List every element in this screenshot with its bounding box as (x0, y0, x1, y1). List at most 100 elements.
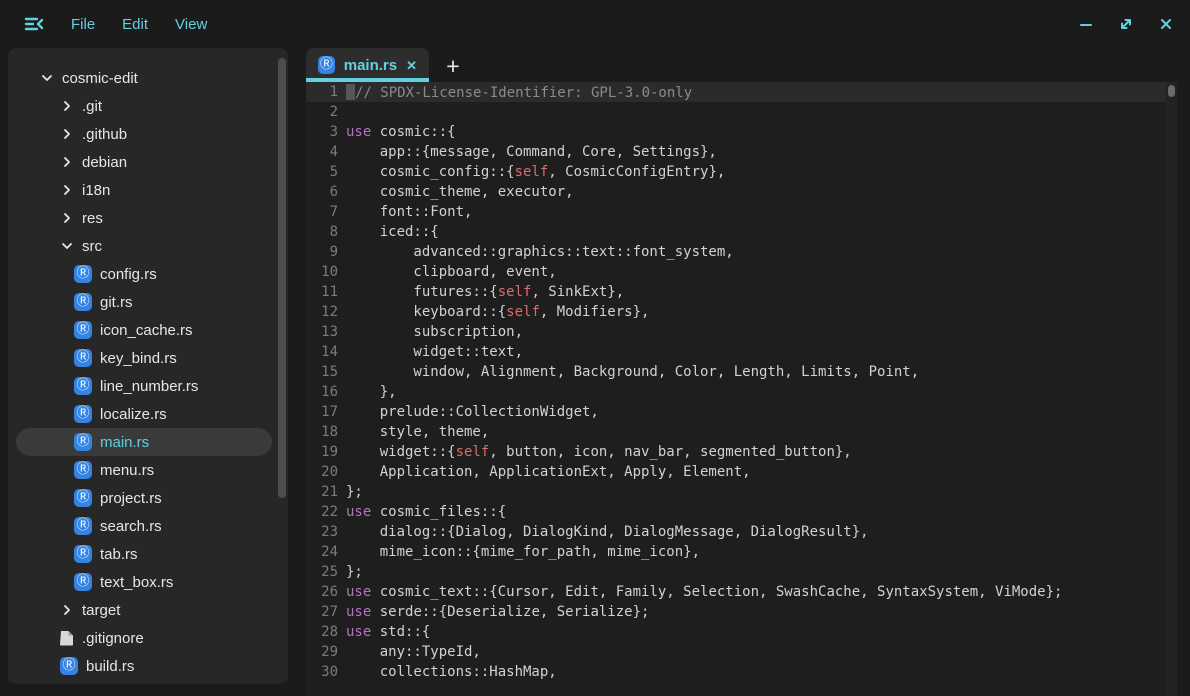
code-line[interactable]: 21}; (306, 482, 1166, 502)
tree-item-tab-rs[interactable]: Ⓡtab.rs (16, 540, 272, 568)
line-content: clipboard, event, (346, 264, 557, 280)
code-line[interactable]: 9 advanced::graphics::text::font_system, (306, 242, 1166, 262)
tab-bar: Ⓡ main.rs ✕ + (306, 48, 465, 82)
maximize-button[interactable] (1118, 16, 1134, 32)
line-content: subscription, (346, 324, 523, 340)
line-number: 25 (306, 564, 338, 580)
tree-item--github[interactable]: .github (16, 120, 272, 148)
code-line[interactable]: 11 futures::{self, SinkExt}, (306, 282, 1166, 302)
code-line[interactable]: 29 any::TypeId, (306, 642, 1166, 662)
code-line[interactable]: 17 prelude::CollectionWidget, (306, 402, 1166, 422)
tree-item-label: .github (82, 126, 127, 143)
editor-scrollbar-thumb[interactable] (1168, 85, 1175, 97)
file-tree: cosmic-edit .git .github debian i18n res srcⓇc… (8, 48, 288, 680)
line-content: prelude::CollectionWidget, (346, 404, 599, 420)
tree-item-label: build.rs (86, 658, 134, 675)
tree-item-label: search.rs (100, 518, 162, 535)
menu-item-view[interactable]: View (175, 16, 207, 33)
line-number: 1 (306, 84, 338, 100)
tree-item-src[interactable]: src (16, 232, 272, 260)
tree-item-label: cosmic-edit (62, 70, 138, 87)
line-number: 11 (306, 284, 338, 300)
file-tree-sidebar: cosmic-edit .git .github debian i18n res srcⓇc… (8, 48, 288, 684)
code-line[interactable]: 13 subscription, (306, 322, 1166, 342)
tab-main-rs[interactable]: Ⓡ main.rs ✕ (306, 48, 429, 82)
code-line[interactable]: 12 keyboard::{self, Modifiers}, (306, 302, 1166, 322)
line-content: }; (346, 484, 363, 500)
tree-item-config-rs[interactable]: Ⓡconfig.rs (16, 260, 272, 288)
tree-item-text-box-rs[interactable]: Ⓡtext_box.rs (16, 568, 272, 596)
rust-file-icon: Ⓡ (74, 573, 92, 591)
tree-item--gitignore[interactable]: .gitignore (16, 624, 272, 652)
code-line[interactable]: 30 collections::HashMap, (306, 662, 1166, 682)
line-number: 14 (306, 344, 338, 360)
minimize-button[interactable] (1078, 16, 1094, 32)
line-content: dialog::{Dialog, DialogKind, DialogMessa… (346, 524, 869, 540)
code-line[interactable]: 22use cosmic_files::{ (306, 502, 1166, 522)
line-number: 18 (306, 424, 338, 440)
tree-item-localize-rs[interactable]: Ⓡlocalize.rs (16, 400, 272, 428)
code-line[interactable]: 6 cosmic_theme, executor, (306, 182, 1166, 202)
code-line[interactable]: 4 app::{message, Command, Core, Settings… (306, 142, 1166, 162)
menu-item-edit[interactable]: Edit (122, 16, 148, 33)
line-content: cosmic_theme, executor, (346, 184, 574, 200)
line-content: }, (346, 384, 397, 400)
line-number: 19 (306, 444, 338, 460)
line-number: 22 (306, 504, 338, 520)
code-line[interactable]: 20 Application, ApplicationExt, Apply, E… (306, 462, 1166, 482)
line-content: any::TypeId, (346, 644, 481, 660)
code-line[interactable]: 5 cosmic_config::{self, CosmicConfigEntr… (306, 162, 1166, 182)
new-tab-button[interactable]: + (441, 55, 465, 77)
tree-item-search-rs[interactable]: Ⓡsearch.rs (16, 512, 272, 540)
tree-item-label: res (82, 210, 103, 227)
line-content: collections::HashMap, (346, 664, 557, 680)
tree-item-icon-cache-rs[interactable]: Ⓡicon_cache.rs (16, 316, 272, 344)
tab-close-icon[interactable]: ✕ (406, 59, 417, 72)
tree-item-label: debian (82, 154, 127, 171)
code-line[interactable]: 24 mime_icon::{mime_for_path, mime_icon}… (306, 542, 1166, 562)
tree-item--git[interactable]: .git (16, 92, 272, 120)
tree-item-res[interactable]: res (16, 204, 272, 232)
code-line[interactable]: 19 widget::{self, button, icon, nav_bar,… (306, 442, 1166, 462)
tree-item-git-rs[interactable]: Ⓡgit.rs (16, 288, 272, 316)
tree-item-main-rs[interactable]: Ⓡmain.rs (16, 428, 272, 456)
code-line[interactable]: 23 dialog::{Dialog, DialogKind, DialogMe… (306, 522, 1166, 542)
nav-toggle-icon[interactable] (24, 15, 46, 33)
tree-item-line-number-rs[interactable]: Ⓡline_number.rs (16, 372, 272, 400)
tree-item-build-rs[interactable]: Ⓡbuild.rs (16, 652, 272, 680)
code-line[interactable]: 14 widget::text, (306, 342, 1166, 362)
tree-item-debian[interactable]: debian (16, 148, 272, 176)
code-line[interactable]: 16 }, (306, 382, 1166, 402)
code-line[interactable]: 28use std::{ (306, 622, 1166, 642)
tree-item-menu-rs[interactable]: Ⓡmenu.rs (16, 456, 272, 484)
code-editor[interactable]: 1// SPDX-License-Identifier: GPL-3.0-onl… (306, 82, 1177, 696)
code-line[interactable]: 7 font::Font, (306, 202, 1166, 222)
tree-item-cosmic-edit[interactable]: cosmic-edit (16, 64, 272, 92)
chevron-right-icon (60, 155, 74, 169)
code-line[interactable]: 25}; (306, 562, 1166, 582)
code-line[interactable]: 18 style, theme, (306, 422, 1166, 442)
close-button[interactable] (1158, 16, 1174, 32)
line-number: 8 (306, 224, 338, 240)
tree-item-target[interactable]: target (16, 596, 272, 624)
line-number: 6 (306, 184, 338, 200)
code-line[interactable]: 1// SPDX-License-Identifier: GPL-3.0-onl… (306, 82, 1166, 102)
rust-file-icon: Ⓡ (74, 349, 92, 367)
tree-item-key-bind-rs[interactable]: Ⓡkey_bind.rs (16, 344, 272, 372)
tree-item-project-rs[interactable]: Ⓡproject.rs (16, 484, 272, 512)
sidebar-scrollbar[interactable] (278, 58, 286, 498)
line-number: 3 (306, 124, 338, 140)
chevron-down-icon (60, 239, 74, 253)
code-line[interactable]: 15 window, Alignment, Background, Color,… (306, 362, 1166, 382)
rust-file-icon: Ⓡ (74, 405, 92, 423)
line-content: keyboard::{self, Modifiers}, (346, 304, 649, 320)
code-line[interactable]: 8 iced::{ (306, 222, 1166, 242)
tree-item-i18n[interactable]: i18n (16, 176, 272, 204)
code-line[interactable]: 26use cosmic_text::{Cursor, Edit, Family… (306, 582, 1166, 602)
code-line[interactable]: 27use serde::{Deserialize, Serialize}; (306, 602, 1166, 622)
code-line[interactable]: 2 (306, 102, 1166, 122)
menu-item-file[interactable]: File (71, 16, 95, 33)
editor-scrollbar[interactable] (1166, 82, 1177, 696)
code-line[interactable]: 10 clipboard, event, (306, 262, 1166, 282)
code-line[interactable]: 3use cosmic::{ (306, 122, 1166, 142)
